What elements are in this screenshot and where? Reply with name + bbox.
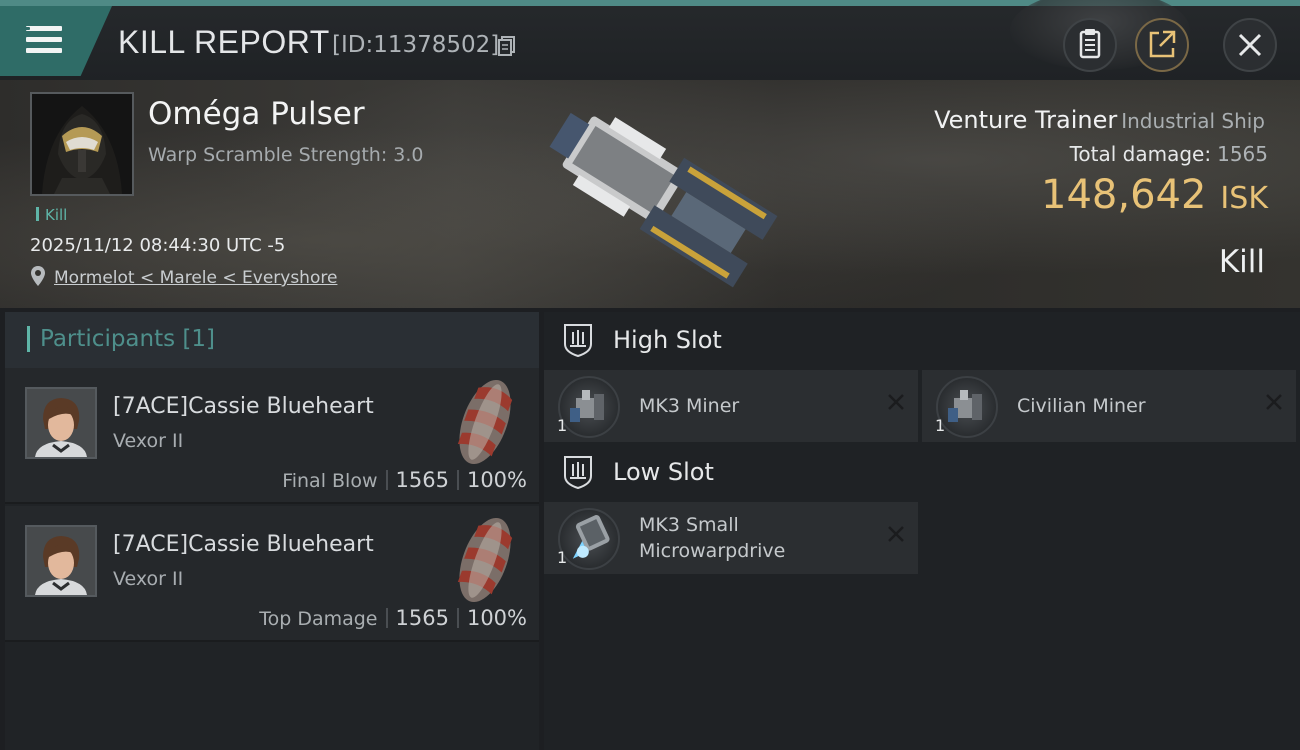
ship-name-line: Venture Trainer Industrial Ship — [934, 106, 1265, 134]
victim-avatar[interactable] — [30, 92, 134, 196]
participant-ship: Vexor II — [113, 430, 184, 452]
participant-ship-image — [457, 517, 513, 603]
warp-scramble-strength: Warp Scramble Strength: 3.0 — [148, 144, 424, 166]
module-name: MK3 Miner — [639, 395, 740, 417]
participants-header: Participants [1] — [5, 312, 539, 368]
menu-icon[interactable] — [24, 24, 62, 56]
participant-percent: 100% — [466, 606, 527, 630]
remove-module-icon[interactable] — [886, 524, 906, 544]
participant-damage: 1565 — [395, 606, 449, 630]
low-slot-icon — [564, 456, 592, 490]
remove-module-icon[interactable] — [1264, 392, 1284, 412]
participant-name[interactable]: [7ACE]Cassie Blueheart — [113, 394, 374, 419]
participants-panel: Participants [1] [7ACE]Cassie Blueheart … — [5, 312, 539, 750]
total-damage-label: Total damage: — [1069, 142, 1212, 166]
remove-module-icon[interactable] — [886, 392, 906, 412]
clipboard-icon — [1079, 29, 1101, 59]
clipboard-button[interactable] — [1063, 18, 1117, 72]
low-slot-label: Low Slot — [613, 458, 714, 486]
participant-role-label: Final Blow — [282, 470, 378, 492]
total-damage-value: 1565 — [1217, 142, 1268, 166]
kill-result: Kill — [1218, 244, 1265, 280]
ship-image — [549, 112, 778, 288]
participant-role-label: Top Damage — [259, 608, 378, 630]
location-link[interactable]: Mormelot < Marele < Everyshore — [54, 268, 337, 288]
isk-unit: ISK — [1220, 181, 1268, 216]
location-pin-icon — [31, 266, 45, 286]
module-name: Civilian Miner — [1017, 395, 1146, 417]
module-name-line2: Microwarpdrive — [639, 540, 786, 562]
module-quantity: 1 — [557, 548, 568, 567]
kill-summary: Oméga Pulser Warp Scramble Strength: 3.0… — [0, 80, 1300, 308]
high-slot-icon — [564, 324, 592, 358]
ship-class: Industrial Ship — [1121, 109, 1265, 133]
participant-ship-image — [457, 379, 513, 465]
fitting-panel: High Slot 1 MK3 Miner 1 Civilian Miner L… — [544, 312, 1300, 750]
miner-module-icon — [936, 376, 998, 438]
miner-module-icon — [558, 376, 620, 438]
participant-stats: Top Damage 1565 100% — [259, 606, 527, 630]
module-name-line1: MK3 Small — [639, 514, 739, 536]
module-quantity: 1 — [557, 416, 568, 435]
microwarpdrive-module-icon — [558, 508, 620, 570]
participant-stats: Final Blow 1565 100% — [282, 468, 527, 492]
header-bar: KILL REPORT [ID:11378502] — [0, 0, 1300, 80]
module-slot[interactable]: 1 Civilian Miner — [922, 370, 1296, 442]
participant-row[interactable]: [7ACE]Cassie Blueheart Vexor II Final Bl… — [5, 368, 539, 504]
copy-icon[interactable] — [498, 36, 515, 56]
participant-ship: Vexor II — [113, 568, 184, 590]
isk-value: 148,642 — [1041, 172, 1207, 218]
page-title: KILL REPORT — [118, 24, 330, 60]
share-button[interactable] — [1135, 18, 1189, 72]
share-icon — [1149, 30, 1176, 58]
total-damage-line: Total damage: 1565 — [1070, 142, 1268, 166]
ship-name: Venture Trainer — [934, 106, 1118, 134]
module-slot[interactable]: 1 MK3 Small Microwarpdrive — [544, 502, 918, 574]
participant-avatar[interactable] — [25, 525, 97, 597]
close-button[interactable] — [1223, 18, 1277, 72]
participant-row[interactable]: [7ACE]Cassie Blueheart Vexor II Top Dama… — [5, 506, 539, 642]
isk-line: 148,642 ISK — [1041, 172, 1268, 218]
kill-datetime: 2025/11/12 08:44:30 UTC -5 — [30, 235, 286, 256]
module-name: MK3 Small Microwarpdrive — [639, 512, 785, 564]
close-icon — [1238, 33, 1262, 57]
high-slot-label: High Slot — [613, 326, 722, 354]
participant-avatar[interactable] — [25, 387, 97, 459]
low-slot-header: Low Slot — [544, 444, 1300, 502]
participants-header-bar — [27, 326, 30, 352]
victim-name: Oméga Pulser — [148, 96, 365, 132]
module-quantity: 1 — [935, 416, 946, 435]
participant-percent: 100% — [466, 468, 527, 492]
participants-title: Participants [1] — [40, 326, 215, 352]
participant-damage: 1565 — [395, 468, 449, 492]
report-id: [ID:11378502] — [332, 32, 500, 58]
high-slot-header: High Slot — [544, 312, 1300, 370]
module-slot[interactable]: 1 MK3 Miner — [544, 370, 918, 442]
participant-name[interactable]: [7ACE]Cassie Blueheart — [113, 532, 374, 557]
kill-type-tag: Kill — [36, 206, 67, 224]
